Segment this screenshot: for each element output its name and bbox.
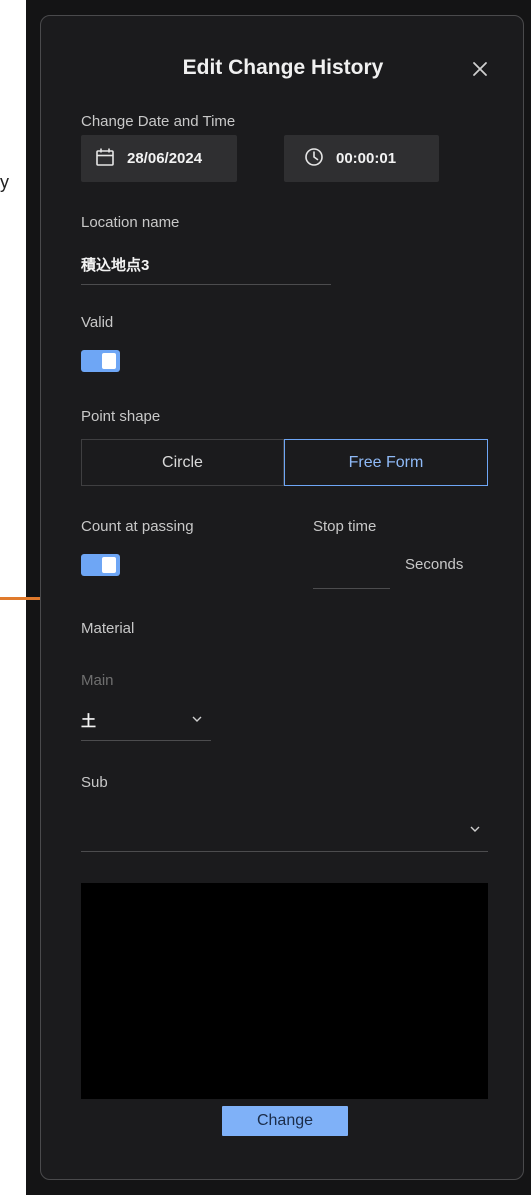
change-date-time-label: Change Date and Time xyxy=(81,113,236,130)
change-button[interactable]: Change xyxy=(222,1106,348,1136)
chevron-down-icon xyxy=(469,822,481,840)
time-picker[interactable]: 00:00:01 xyxy=(284,135,439,182)
stop-time-label: Stop time xyxy=(313,518,377,535)
date-value: 28/06/2024 xyxy=(127,150,203,167)
clock-icon xyxy=(304,147,336,171)
dialog-title: Edit Change History xyxy=(182,56,384,79)
time-value: 00:00:01 xyxy=(336,150,397,167)
toggle-knob xyxy=(102,557,116,573)
calendar-icon xyxy=(95,147,127,171)
point-shape-circle-option[interactable]: Circle xyxy=(81,439,284,486)
material-sub-select[interactable] xyxy=(81,814,488,850)
background-text-fragment: y xyxy=(0,172,9,192)
material-main-underline xyxy=(81,740,211,741)
location-name-label: Location name xyxy=(81,214,180,231)
material-main-value: 土 xyxy=(81,713,97,730)
count-at-passing-label: Count at passing xyxy=(81,518,194,535)
location-name-underline xyxy=(81,284,331,285)
point-shape-free-form-option[interactable]: Free Form xyxy=(284,439,488,486)
close-icon[interactable] xyxy=(469,58,491,80)
stop-time-unit: Seconds xyxy=(405,556,464,573)
valid-toggle[interactable] xyxy=(81,350,120,372)
material-main-select[interactable]: 土 xyxy=(81,704,211,740)
stop-time-underline xyxy=(313,588,390,589)
map-preview[interactable] xyxy=(81,883,488,1099)
toggle-knob xyxy=(102,353,116,369)
edit-change-history-dialog: Edit Change History Change Date and Time… xyxy=(40,15,524,1180)
count-at-passing-toggle[interactable] xyxy=(81,554,120,576)
chevron-down-icon xyxy=(191,712,203,730)
date-picker[interactable]: 28/06/2024 xyxy=(81,135,237,182)
material-main-label: Main xyxy=(81,672,114,689)
valid-label: Valid xyxy=(81,314,114,331)
material-sub-label: Sub xyxy=(81,774,108,791)
location-name-input[interactable]: 積込地点3 xyxy=(81,254,149,275)
stop-time-input[interactable] xyxy=(313,548,390,588)
material-label: Material xyxy=(81,620,135,637)
background-orange-line xyxy=(0,597,40,600)
material-sub-underline xyxy=(81,851,488,852)
point-shape-label: Point shape xyxy=(81,408,161,425)
